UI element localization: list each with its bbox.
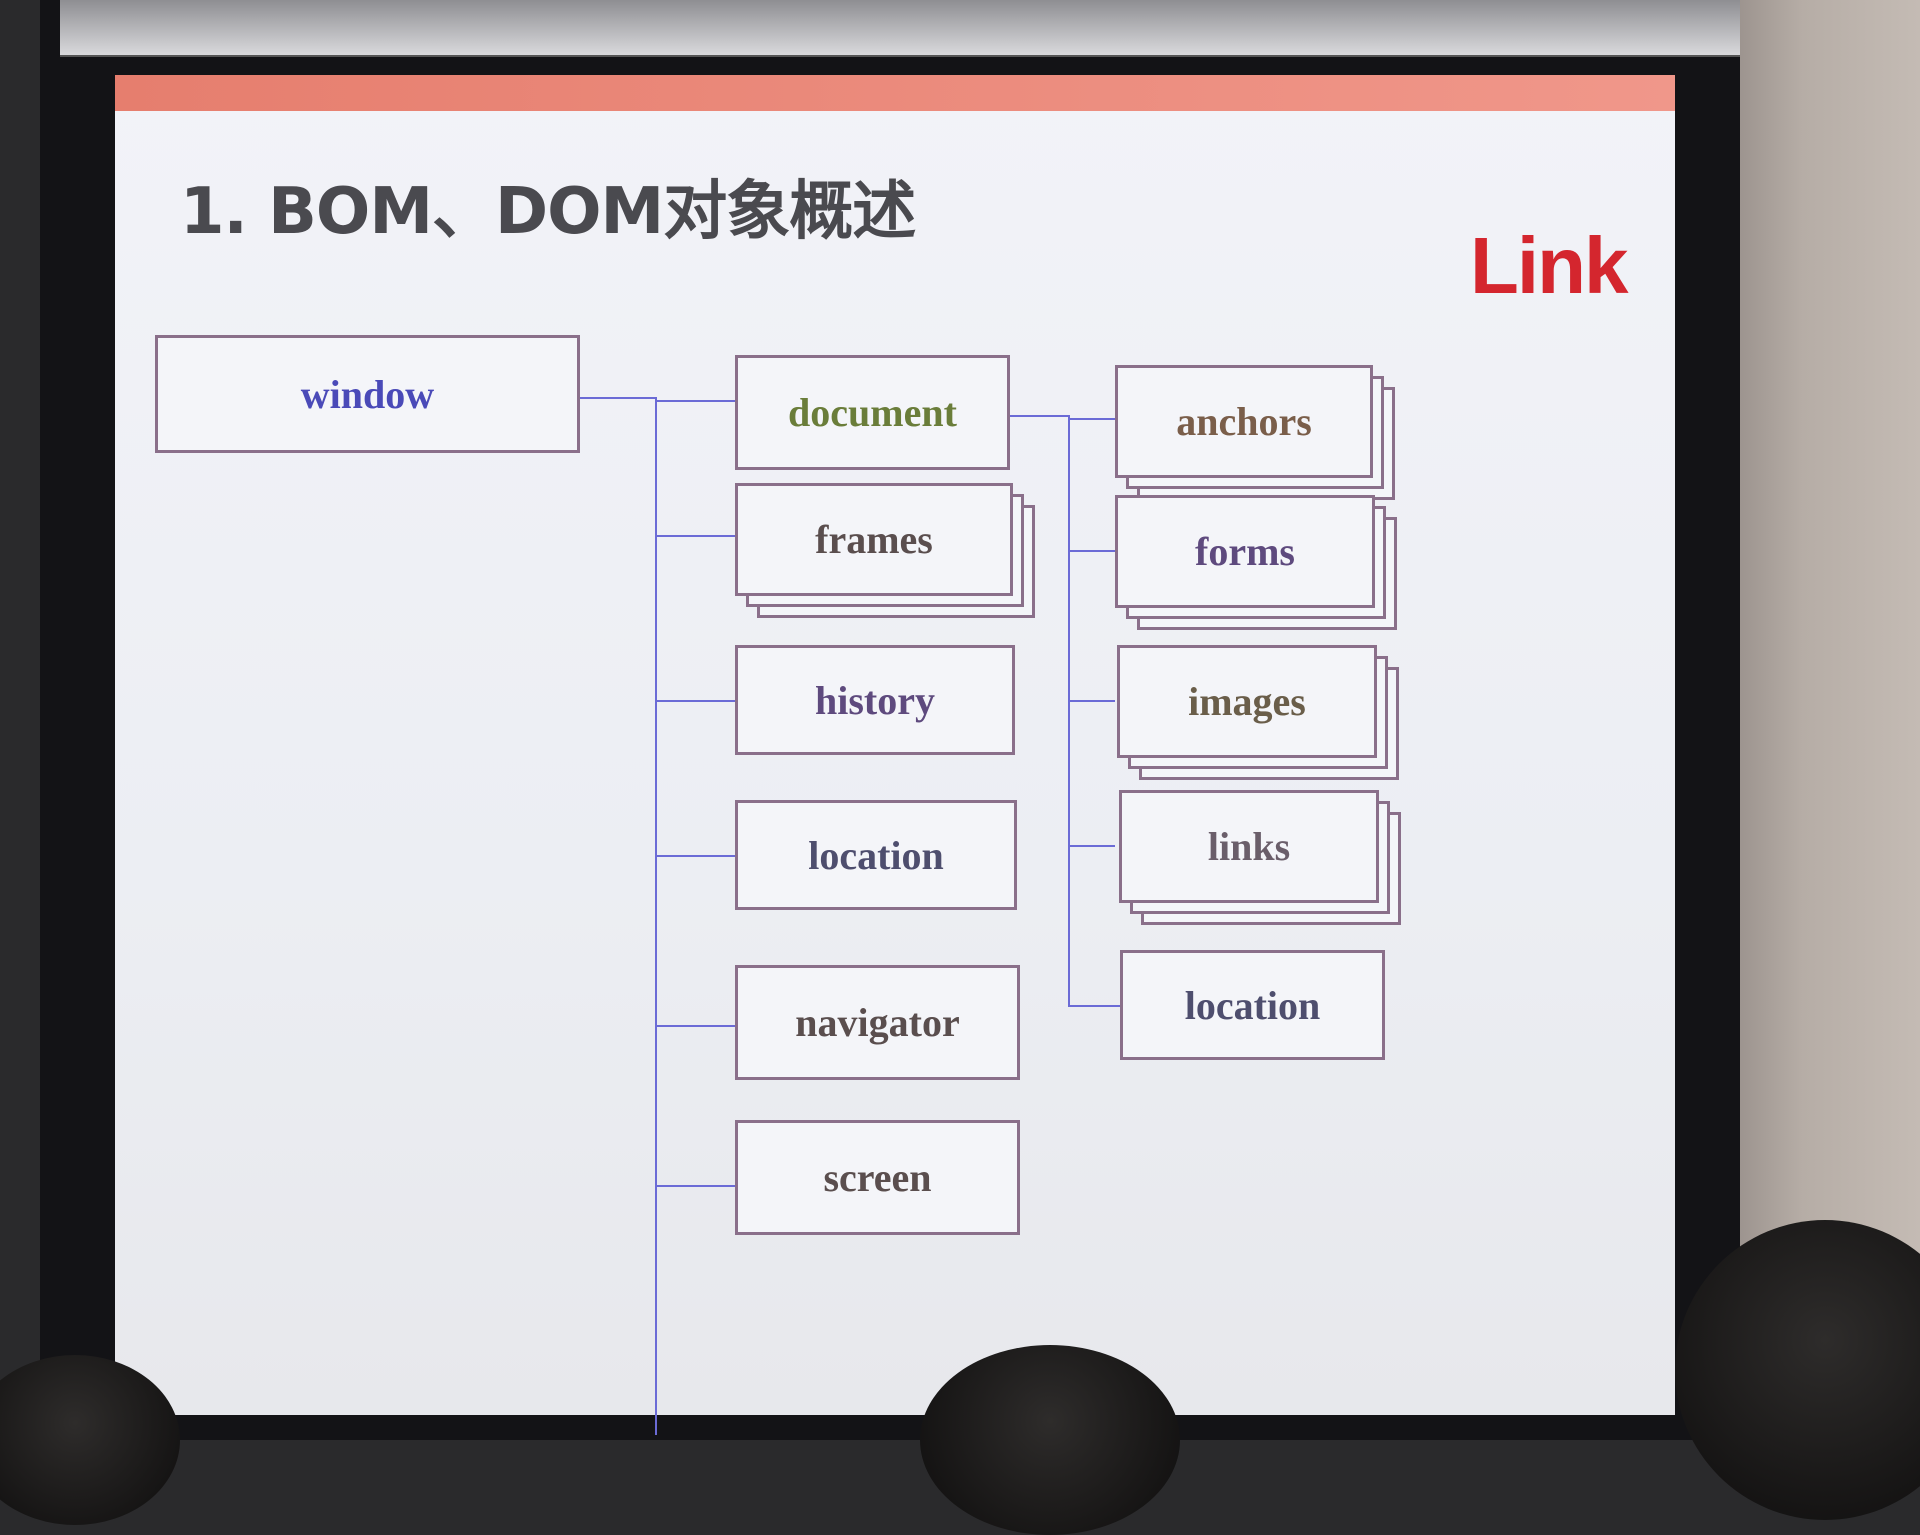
node-links-box: links <box>1119 790 1379 903</box>
node-forms: forms <box>1115 495 1397 630</box>
node-frames-box: frames <box>735 483 1013 596</box>
node-images-box: images <box>1117 645 1377 758</box>
connector-screen <box>655 1185 735 1187</box>
node-links-label: links <box>1207 824 1291 869</box>
node-forms-box: forms <box>1115 495 1375 608</box>
connector-location-2 <box>1068 1005 1120 1007</box>
slide-accent-bar <box>115 75 1675 111</box>
connector-navigator <box>655 1025 735 1027</box>
node-document-location-label: location <box>1184 982 1321 1028</box>
node-document-label: document <box>788 390 957 435</box>
node-images: images <box>1117 645 1399 780</box>
node-navigator-label: navigator <box>795 1000 960 1045</box>
node-screen-label: screen <box>823 1155 932 1200</box>
node-history: history <box>735 645 1015 755</box>
node-forms-label: forms <box>1195 529 1295 574</box>
node-location: location <box>735 800 1017 910</box>
node-document-location: location <box>1120 950 1385 1060</box>
connector-window-trunk <box>655 397 657 1435</box>
connector-frames <box>655 535 735 537</box>
node-navigator: navigator <box>735 965 1020 1080</box>
connector-document-trunk <box>1068 415 1070 1007</box>
node-window-label: window <box>300 371 435 417</box>
connector-document-out <box>1010 415 1068 417</box>
connector-forms <box>1068 550 1115 552</box>
node-frames: frames <box>735 483 1035 618</box>
node-document: document <box>735 355 1010 470</box>
node-history-label: history <box>815 677 935 723</box>
node-anchors-label: anchors <box>1176 399 1312 444</box>
connector-anchors <box>1068 418 1115 420</box>
node-frames-label: frames <box>815 517 933 562</box>
brand-logo: Link <box>1470 221 1628 310</box>
node-links: links <box>1119 790 1401 925</box>
node-screen: screen <box>735 1120 1020 1235</box>
node-anchors-box: anchors <box>1115 365 1373 478</box>
node-window: window <box>155 335 580 453</box>
audience-head-center <box>920 1345 1180 1535</box>
connector-history <box>655 700 735 702</box>
connector-document <box>655 400 735 402</box>
slide-title: 1. BOM、DOM对象概述 <box>180 175 916 249</box>
node-anchors: anchors <box>1115 365 1395 500</box>
node-location-label: location <box>808 832 944 878</box>
connector-images <box>1068 700 1115 702</box>
node-images-label: images <box>1188 679 1306 724</box>
connector-location <box>655 855 735 857</box>
slide: 1. BOM、DOM对象概述 Link window document fram… <box>115 75 1675 1435</box>
projector-screen-roller <box>60 0 1740 57</box>
connector-links <box>1068 845 1115 847</box>
connector-window <box>580 397 655 399</box>
